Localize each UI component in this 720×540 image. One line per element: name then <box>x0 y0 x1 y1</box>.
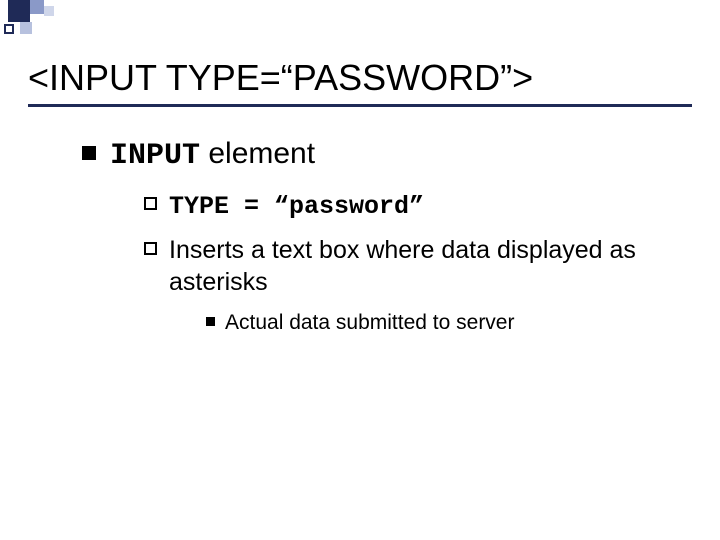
deco-square <box>30 0 44 14</box>
hollow-square-icon <box>144 242 157 255</box>
bullet-level1: INPUT element <box>82 135 692 176</box>
decorative-corner <box>0 0 180 40</box>
title-underline <box>28 104 692 107</box>
deco-square <box>20 22 32 34</box>
slide-body: <INPUT TYPE=“PASSWORD”> INPUT element TY… <box>0 0 720 364</box>
bullet-text: Inserts a text box where data displayed … <box>169 234 692 299</box>
slide-title: <INPUT TYPE=“PASSWORD”> <box>28 58 692 98</box>
deco-square <box>44 6 54 16</box>
deco-square <box>8 0 30 22</box>
bullet-text: Actual data submitted to server <box>225 309 514 336</box>
deco-square <box>4 24 14 34</box>
code-text: INPUT <box>110 139 200 173</box>
filled-square-icon <box>82 146 96 160</box>
bullet-text: TYPE = “password” <box>169 189 424 224</box>
bullet-text: INPUT element <box>110 135 315 176</box>
filled-square-icon <box>206 317 215 326</box>
bullet-level2: Inserts a text box where data displayed … <box>144 234 692 299</box>
plain-text: element <box>200 137 315 170</box>
bullet-level3: Actual data submitted to server <box>206 309 692 336</box>
hollow-square-icon <box>144 197 157 210</box>
bullet-level2: TYPE = “password” <box>144 189 692 224</box>
code-text: TYPE = “password” <box>169 192 424 221</box>
